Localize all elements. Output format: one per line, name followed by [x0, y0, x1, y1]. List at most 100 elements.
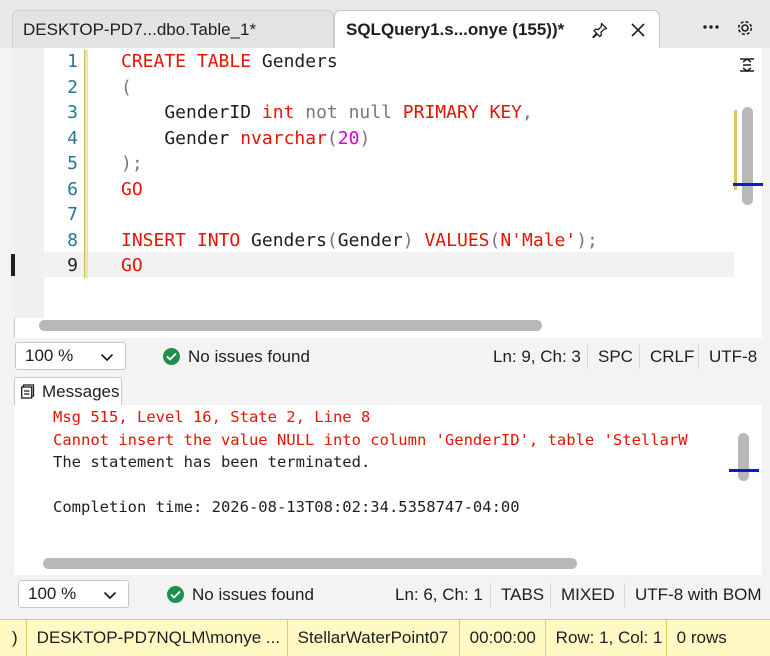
gear-icon[interactable]: [735, 18, 755, 38]
chevron-down-icon: [103, 591, 117, 600]
line-number: 9: [67, 255, 78, 276]
code-token: INSERT INTO: [121, 229, 252, 251]
code-line[interactable]: (: [121, 75, 598, 101]
code-line[interactable]: GO: [121, 253, 598, 279]
line-endings[interactable]: CRLF: [650, 347, 694, 367]
code-token: (: [489, 229, 501, 251]
code-token: ,: [522, 102, 533, 123]
tab-label: DESKTOP-PD7...dbo.Table_1*: [23, 19, 257, 39]
code-lines[interactable]: CREATE TABLE Genders( GenderID int not n…: [121, 49, 598, 279]
code-token: VALUES: [424, 229, 490, 251]
code-token: (: [326, 229, 338, 251]
error-message-line: Msg 515, Level 16, State 2, Line 8: [53, 408, 371, 426]
more-icon[interactable]: [700, 16, 722, 38]
tab-label: Messages: [42, 381, 120, 401]
code-token: Gender: [337, 229, 403, 251]
tab-sql-query[interactable]: SQLQuery1.s...onye (155))*: [334, 10, 660, 48]
code-token: );: [121, 153, 143, 174]
editor-horizontal-scrollbar-thumb[interactable]: [39, 320, 542, 331]
line-number: 1: [67, 51, 78, 72]
line-numbers: 1 2 3 4 5 6 7 8 9: [40, 49, 78, 279]
code-token: Gender: [121, 127, 241, 149]
messages-icon: [21, 384, 35, 404]
messages-output[interactable]: Msg 515, Level 16, State 2, Line 8 Cannot…: [53, 406, 729, 519]
code-token: );: [576, 229, 598, 251]
editor-vertical-scrollbar-thumb[interactable]: [742, 107, 753, 205]
messages-status-bar: 100 % No issues found Ln: 6, Ch: 1 TABS …: [0, 576, 770, 616]
line-number: 8: [67, 229, 78, 251]
editor-zoom-dropdown[interactable]: 100 %: [15, 342, 126, 370]
message-line: The statement has been terminated.: [53, 453, 371, 471]
code-token: CREATE TABLE: [121, 51, 262, 72]
issues-status[interactable]: No issues found: [192, 585, 314, 605]
code-token: GenderID: [121, 102, 262, 123]
code-token: Genders: [261, 51, 338, 72]
code-line[interactable]: GO: [121, 177, 598, 203]
code-line[interactable]: GenderID int not null PRIMARY KEY,: [121, 100, 598, 126]
overview-ruler-cursor: [733, 183, 763, 186]
line-number: 3: [67, 102, 78, 123]
code-token: nvarchar: [240, 127, 327, 149]
tab-table-designer[interactable]: DESKTOP-PD7...dbo.Table_1*: [12, 10, 334, 48]
chevron-down-icon: [100, 353, 114, 362]
tab-messages[interactable]: Messages: [14, 377, 122, 405]
issues-status[interactable]: No issues found: [188, 347, 310, 367]
overview-ruler-marker: [734, 110, 737, 190]
divider: [550, 583, 551, 607]
server-user[interactable]: DESKTOP-PD7NQLM\monye ...: [27, 620, 288, 656]
divider: [490, 583, 491, 607]
encoding[interactable]: UTF-8 with BOM: [635, 585, 770, 605]
code-token: int: [261, 102, 306, 123]
split-icon[interactable]: [735, 52, 759, 78]
editor-status-bar: 100 % No issues found Ln: 9, Ch: 3 SPC C…: [0, 338, 770, 376]
pin-icon[interactable]: [589, 19, 611, 41]
message-line: [53, 474, 729, 497]
row-col: Row: 1, Col: 1: [546, 620, 667, 656]
code-token: N'Male': [500, 229, 577, 251]
code-token: (: [326, 127, 338, 149]
indent-mode[interactable]: SPC: [598, 347, 633, 367]
cursor-position[interactable]: Ln: 6, Ch: 1: [395, 585, 483, 605]
line-number: 7: [67, 204, 78, 225]
code-token: PRIMARY KEY: [402, 102, 523, 123]
database-name[interactable]: StellarWaterPoint07: [288, 620, 460, 656]
code-token: (: [121, 76, 132, 98]
error-message-line: Cannot insert the value NULL into column…: [53, 430, 688, 449]
encoding[interactable]: UTF-8: [709, 347, 757, 367]
line-number: 6: [67, 178, 78, 200]
divider: [639, 345, 640, 369]
close-icon[interactable]: [627, 19, 649, 41]
indent-mode[interactable]: TABS: [501, 585, 544, 605]
messages-vertical-scrollbar-thumb[interactable]: [738, 433, 749, 481]
messages-zoom-dropdown[interactable]: 100 %: [18, 580, 129, 608]
check-circle-icon: [163, 348, 180, 365]
divider: [624, 583, 625, 607]
code-token: Genders: [251, 229, 327, 251]
line-number: 4: [67, 127, 78, 149]
code-token: ): [402, 229, 425, 251]
code-token: GO: [121, 255, 143, 276]
code-token: 20: [337, 127, 360, 149]
zoom-value: 100 %: [28, 584, 77, 603]
change-bar: [84, 50, 88, 278]
code-line[interactable]: CREATE TABLE Genders: [121, 49, 598, 75]
line-number: 2: [67, 76, 78, 98]
divider: [587, 345, 588, 369]
message-line: Completion time: 2026-08-13T08:02:34.535…: [53, 498, 520, 516]
divider: [698, 345, 699, 369]
code-token: not null: [305, 102, 403, 123]
messages-horizontal-scrollbar-thumb[interactable]: [43, 558, 577, 569]
line-endings[interactable]: MIXED: [561, 585, 615, 605]
connection-status-bar: ) DESKTOP-PD7NQLM\monye ... StellarWater…: [0, 619, 770, 656]
code-line[interactable]: );: [121, 151, 598, 177]
code-line[interactable]: INSERT INTO Genders(Gender) VALUES(N'Mal…: [121, 228, 598, 254]
zoom-value: 100 %: [25, 346, 74, 365]
row-count: 0 rows: [676, 628, 727, 647]
line-number: 5: [67, 153, 78, 174]
code-line[interactable]: Gender nvarchar(20): [121, 126, 598, 152]
messages-ruler-cursor: [729, 469, 759, 472]
elapsed-time: 00:00:00: [460, 620, 546, 656]
code-token: ): [359, 127, 371, 149]
code-line[interactable]: [121, 202, 598, 228]
cursor-position[interactable]: Ln: 9, Ch: 3: [493, 347, 581, 367]
